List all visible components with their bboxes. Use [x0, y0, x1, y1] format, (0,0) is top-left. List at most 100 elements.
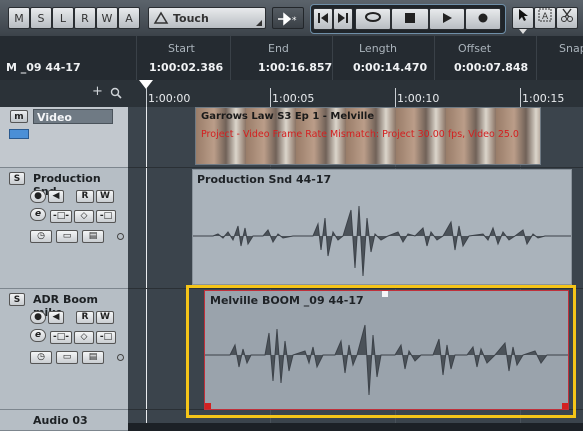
ruler-tick-label: 1:00:10	[397, 92, 440, 105]
split-tool[interactable]	[556, 7, 578, 29]
add-track-icon[interactable]: +	[92, 84, 103, 99]
play-button[interactable]	[429, 8, 465, 30]
track-list-header: +	[0, 80, 128, 107]
read-mode-button[interactable]: R	[74, 7, 96, 29]
cycle-button[interactable]	[355, 8, 391, 30]
auto-scroll-button[interactable]: *	[272, 7, 304, 29]
pointer-icon	[519, 9, 528, 21]
svg-text:A: A	[542, 12, 549, 22]
video-event[interactable]: Garrows Law S3 Ep 1 - Melville Project -…	[195, 107, 541, 165]
goto-start-button[interactable]	[313, 8, 333, 30]
sends-button[interactable]: -□	[96, 331, 116, 344]
automation-mode-button[interactable]: A	[118, 7, 140, 29]
inserts-button[interactable]: -□-	[50, 210, 72, 223]
write-button[interactable]: W	[96, 190, 114, 203]
listen-mode-button[interactable]: L	[52, 7, 74, 29]
cycle-icon	[365, 12, 381, 22]
timeline-ruler[interactable]: 1:00:00 1:00:05 1:00:10 1:00:15	[128, 80, 583, 107]
eq-button[interactable]: ◇	[74, 210, 94, 223]
snap-label: Snap	[559, 42, 583, 55]
play-icon	[443, 13, 452, 23]
read-button[interactable]: R	[76, 190, 94, 203]
mute-button[interactable]: m	[10, 110, 28, 123]
arrow-right-icon: *	[278, 12, 297, 26]
track-name-field[interactable]: Video	[33, 109, 113, 124]
track-list: + m Video S Production Snd ● ◀ R W e -□-…	[0, 80, 128, 431]
lanes-button[interactable]: ▤	[82, 351, 104, 364]
end-value[interactable]: 1:00:16.857	[258, 61, 332, 74]
solo-button[interactable]: S	[9, 293, 25, 306]
stop-icon	[405, 13, 415, 23]
transport-panel	[310, 4, 506, 34]
lock-indicator-icon	[117, 354, 124, 361]
ruler-tick-label: 1:00:00	[148, 92, 191, 105]
write-mode-button[interactable]: W	[96, 7, 118, 29]
skip-back-icon	[318, 13, 328, 23]
fade-handle[interactable]	[382, 291, 388, 297]
waveform	[205, 324, 568, 396]
track-audio-03[interactable]: Audio 03	[0, 410, 128, 431]
object-select-tool[interactable]	[512, 7, 534, 29]
end-column[interactable]: End 1:00:16.857	[230, 36, 332, 80]
speaker-icon[interactable]: ◀	[48, 190, 64, 203]
event-name-value[interactable]: M _09 44-17	[6, 61, 81, 74]
event-title: Melville BOOM _09 44-17	[210, 294, 364, 307]
waveform	[193, 205, 571, 277]
snap-column[interactable]: Snap	[536, 36, 583, 80]
start-label: Start	[168, 42, 195, 55]
folder-button[interactable]: ▭	[56, 230, 78, 243]
timebase-button[interactable]: ◷	[30, 230, 52, 243]
video-event-title: Garrows Law S3 Ep 1 - Melville	[201, 111, 375, 122]
solo-button[interactable]: S	[9, 172, 25, 185]
edit-channel-button[interactable]: e	[30, 329, 46, 342]
arrange-area[interactable]: Garrows Law S3 Ep 1 - Melville Project -…	[128, 107, 583, 423]
search-icon[interactable]	[110, 87, 122, 99]
track-adr-boom-mike[interactable]: S ADR Boom mike ● ◀ R W e -□- ◇ -□ ◷ ▭ ▤	[0, 289, 128, 410]
film-icon	[9, 129, 29, 139]
frame-rate-warning: Project - Video Frame Rate Mismatch: Pro…	[201, 129, 519, 140]
record-icon	[478, 13, 488, 23]
offset-column[interactable]: Offset 0:00:07.848	[434, 36, 535, 80]
text-select-icon: A	[538, 8, 552, 22]
audio-event-production-snd[interactable]: Production Snd 44-17	[192, 169, 572, 285]
lanes-button[interactable]: ▤	[82, 230, 104, 243]
chevron-down-icon	[519, 29, 527, 34]
eq-button[interactable]: ◇	[74, 331, 94, 344]
lane-divider	[128, 288, 583, 289]
ruler-tick	[520, 88, 521, 107]
folder-button[interactable]: ▭	[56, 351, 78, 364]
write-button[interactable]: W	[96, 311, 114, 324]
start-value[interactable]: 1:00:02.386	[149, 61, 223, 74]
inserts-button[interactable]: -□-	[50, 331, 72, 344]
timebase-button[interactable]: ◷	[30, 351, 52, 364]
ruler-tick-label: 1:00:15	[522, 92, 565, 105]
range-select-tool[interactable]: A	[534, 7, 556, 29]
sends-button[interactable]: -□	[96, 210, 116, 223]
record-button[interactable]	[465, 8, 501, 30]
length-column[interactable]: Length 0:00:14.470	[332, 36, 433, 80]
skip-forward-icon	[338, 13, 348, 23]
stop-button[interactable]	[391, 8, 429, 30]
offset-label: Offset	[458, 42, 492, 55]
goto-end-button[interactable]	[333, 8, 353, 30]
solo-mode-button[interactable]: S	[30, 7, 52, 29]
toolbar: M S L R W A Touch * A	[0, 0, 583, 37]
track-production-snd[interactable]: S Production Snd ● ◀ R W e -□- ◇ -□ ◷ ▭ …	[0, 168, 128, 289]
track-video[interactable]: m Video	[0, 107, 128, 168]
monitor-button[interactable]: ●	[30, 190, 46, 203]
offset-value[interactable]: 0:00:07.848	[454, 61, 528, 74]
edit-channel-button[interactable]: e	[30, 208, 46, 221]
monitor-button[interactable]: ●	[30, 311, 46, 324]
automation-icon	[153, 11, 169, 24]
automation-mode-select[interactable]: Touch	[148, 7, 266, 29]
read-button[interactable]: R	[76, 311, 94, 324]
audio-event-adr-boom[interactable]: Melville BOOM _09 44-17	[204, 290, 569, 410]
length-value[interactable]: 0:00:14.470	[353, 61, 427, 74]
track-name: Audio 03	[33, 414, 88, 427]
info-line: M _09 44-17 Start 1:00:02.386 End 1:00:1…	[0, 36, 583, 80]
mute-mode-button[interactable]: M	[8, 7, 30, 29]
start-column[interactable]: Start 1:00:02.386	[136, 36, 229, 80]
grid-line	[146, 107, 147, 423]
speaker-icon[interactable]: ◀	[48, 311, 64, 324]
ruler-tick	[270, 88, 271, 107]
